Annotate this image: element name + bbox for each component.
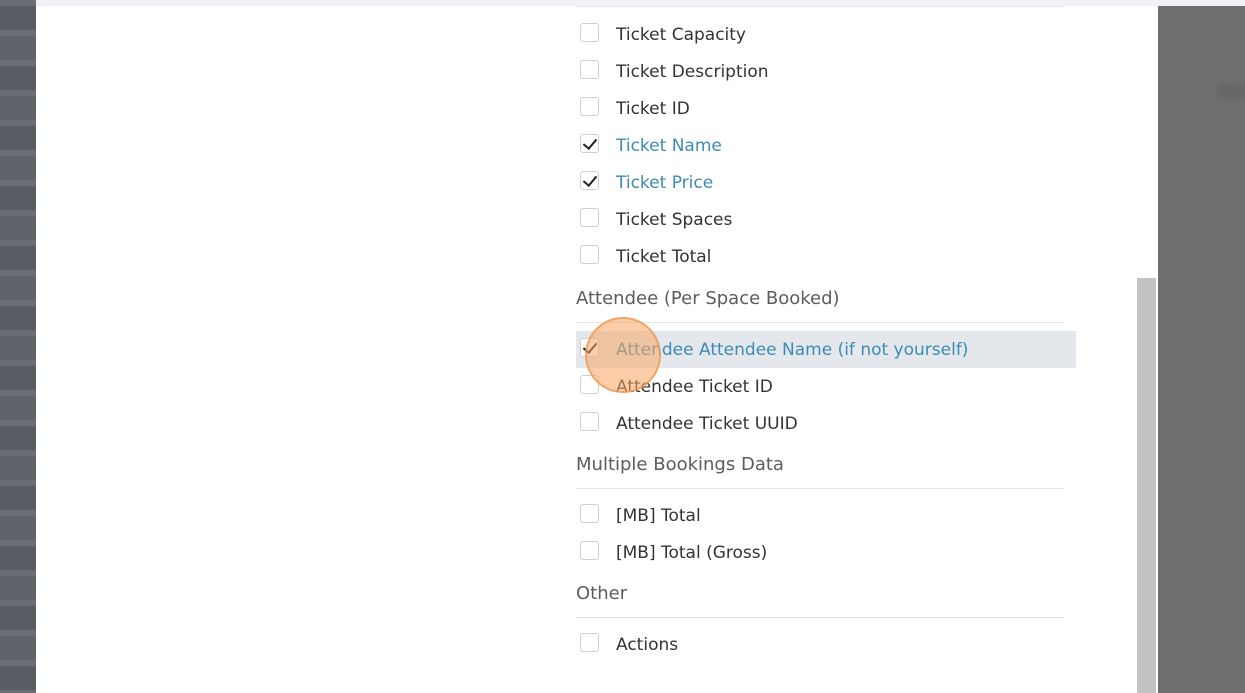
column-option[interactable]: Ticket Total: [576, 238, 1064, 275]
option-label: Actions: [616, 634, 679, 655]
divider: [576, 488, 1064, 489]
multiple-bookings-options-group: [MB] Total [MB] Total (Gross): [576, 497, 1064, 571]
column-option[interactable]: Ticket Name: [576, 127, 1064, 164]
column-option[interactable]: [MB] Total (Gross): [576, 534, 1064, 571]
column-option[interactable]: Actions: [576, 626, 1064, 663]
option-label: [MB] Total (Gross): [616, 542, 768, 563]
ticket-options-group: Ticket Capacity Ticket Description Ticket …: [576, 16, 1064, 275]
background-element: [1218, 84, 1245, 98]
column-option[interactable]: Attendee Ticket ID: [576, 368, 1064, 405]
overlay-backdrop: [1158, 6, 1245, 693]
option-label: Attendee Ticket UUID: [616, 413, 798, 434]
option-label: Attendee Attendee Name (if not yourself): [616, 339, 969, 360]
checkbox[interactable]: [580, 23, 599, 42]
option-label: Ticket Total: [616, 246, 712, 267]
checkbox[interactable]: [580, 245, 599, 264]
background-page-edge: [0, 0, 36, 693]
column-option[interactable]: Ticket Spaces: [576, 201, 1064, 238]
option-label: Ticket Spaces: [616, 209, 733, 230]
checkbox[interactable]: [580, 338, 599, 357]
checkbox[interactable]: [580, 412, 599, 431]
column-option[interactable]: [MB] Total: [576, 497, 1064, 534]
checkbox[interactable]: [580, 633, 599, 652]
multiple-bookings-group: Multiple Bookings Data [MB] Total [MB] To…: [576, 452, 1064, 571]
checkbox[interactable]: [580, 97, 599, 116]
divider: [576, 617, 1064, 618]
attendee-group: Attendee (Per Space Booked) Attendee Att…: [576, 286, 1076, 442]
checkmark-icon: [582, 171, 598, 188]
divider: [576, 322, 1064, 323]
checkbox[interactable]: [580, 504, 599, 523]
checkbox[interactable]: [580, 60, 599, 79]
column-option[interactable]: Attendee Attendee Name (if not yourself): [576, 331, 1076, 368]
column-option[interactable]: Ticket ID: [576, 90, 1064, 127]
option-label: Ticket Description: [616, 61, 769, 82]
checkbox[interactable]: [580, 171, 599, 190]
option-label: Ticket Price: [616, 172, 714, 193]
option-label: Attendee Ticket ID: [616, 376, 773, 397]
multiple-bookings-heading: Multiple Bookings Data: [576, 454, 784, 475]
other-options-group: Actions: [576, 626, 1064, 663]
other-group-heading: Other: [576, 583, 628, 604]
checkbox[interactable]: [580, 375, 599, 394]
column-option[interactable]: Attendee Ticket UUID: [576, 405, 1064, 442]
other-group: Other Actions: [576, 581, 1064, 663]
checkbox[interactable]: [580, 541, 599, 560]
column-option[interactable]: Ticket Capacity: [576, 16, 1064, 53]
attendee-group-heading: Attendee (Per Space Booked): [576, 288, 840, 309]
checkmark-icon: [582, 134, 598, 151]
checkbox[interactable]: [580, 208, 599, 227]
attendee-options-group: Attendee Attendee Name (if not yourself)…: [576, 331, 1076, 442]
option-label: Ticket Capacity: [616, 24, 746, 45]
scrollbar-thumb[interactable]: [1137, 278, 1156, 693]
option-label: [MB] Total: [616, 505, 701, 526]
option-label: Ticket ID: [616, 98, 690, 119]
column-options-list: Ticket Capacity Ticket Description Ticket …: [576, 6, 1076, 663]
column-option[interactable]: Ticket Price: [576, 164, 1064, 201]
divider: [576, 6, 1064, 7]
checkmark-icon: [582, 338, 598, 355]
column-option[interactable]: Ticket Description: [576, 53, 1064, 90]
option-label: Ticket Name: [616, 135, 722, 156]
checkbox[interactable]: [580, 134, 599, 153]
